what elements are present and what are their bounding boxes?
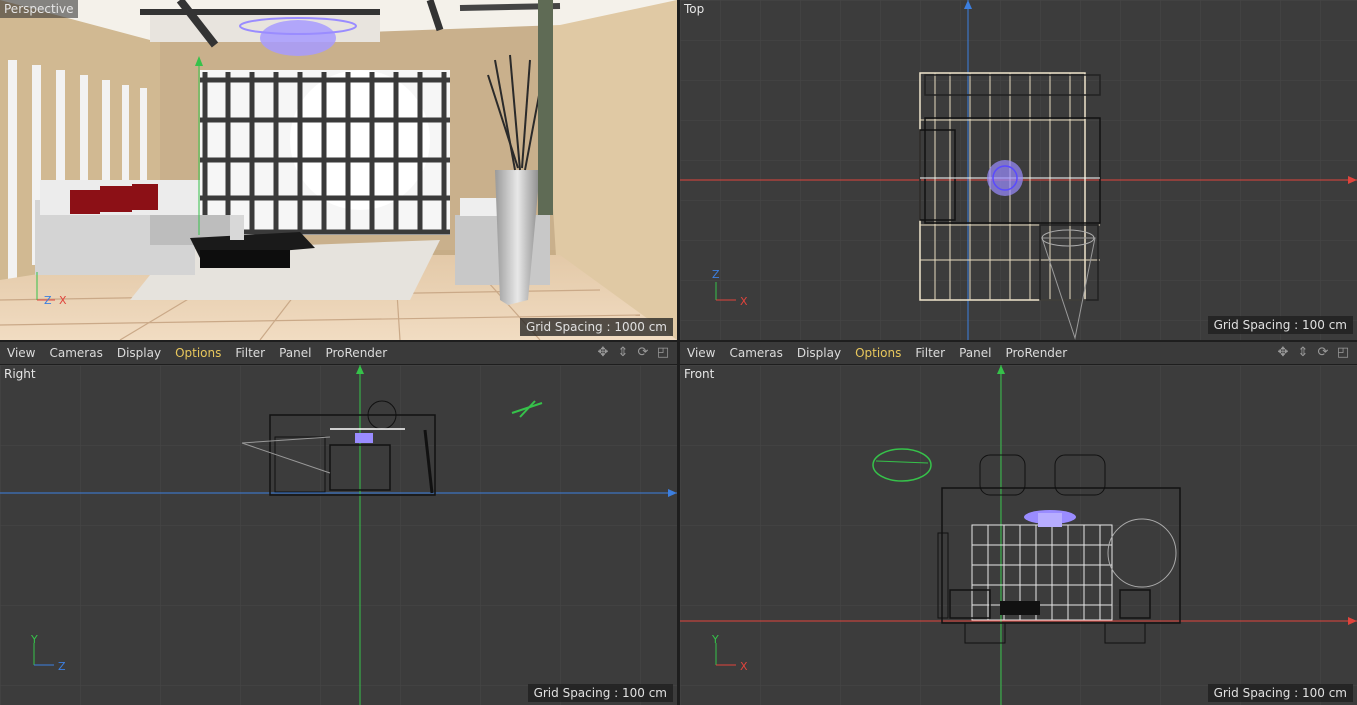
- front-viewport-menubar: View Cameras Display Options Filter Pane…: [680, 342, 1357, 364]
- toggle-layout-icon[interactable]: ◰: [1335, 345, 1351, 361]
- menu-view[interactable]: View: [680, 342, 722, 364]
- menu-view[interactable]: View: [0, 342, 42, 364]
- viewport-nav-icons: ✥ ⇕ ⟳ ◰: [1275, 345, 1351, 361]
- perspective-viewport[interactable]: Z X Perspective Grid Spacing : 1000 cm: [0, 0, 677, 340]
- menu-options[interactable]: Options: [168, 342, 228, 364]
- right-wireframe: [0, 365, 677, 705]
- menu-filter[interactable]: Filter: [908, 342, 952, 364]
- front-viewport[interactable]: Y X Front Grid Spacing : 100 cm: [680, 365, 1357, 705]
- menu-prorender[interactable]: ProRender: [318, 342, 394, 364]
- perspective-x-axis-label: X: [59, 294, 67, 307]
- grid-spacing-top: Grid Spacing : 100 cm: [1207, 316, 1353, 334]
- menu-filter[interactable]: Filter: [228, 342, 272, 364]
- grid-spacing-front: Grid Spacing : 100 cm: [1207, 684, 1353, 702]
- right-viewport-menubar: View Cameras Display Options Filter Pane…: [0, 342, 677, 364]
- viewport-title-top[interactable]: Top: [680, 0, 708, 18]
- right-y-axis-label: Y: [31, 633, 38, 646]
- vertical-splitter[interactable]: [677, 0, 680, 705]
- menu-panel[interactable]: Panel: [952, 342, 998, 364]
- menu-panel[interactable]: Panel: [272, 342, 318, 364]
- grid-spacing-right: Grid Spacing : 100 cm: [527, 684, 673, 702]
- top-x-axis-label: X: [740, 295, 748, 308]
- cinema4d-viewports: Z X Perspective Grid Spacing : 1000 cm Z…: [0, 0, 1357, 705]
- horizontal-splitter[interactable]: [0, 340, 1357, 342]
- rotate-view-icon[interactable]: ⟳: [635, 345, 651, 361]
- move-view-icon[interactable]: ✥: [1275, 345, 1291, 361]
- menu-cameras[interactable]: Cameras: [42, 342, 109, 364]
- menu-options[interactable]: Options: [848, 342, 908, 364]
- viewport-title-front[interactable]: Front: [680, 365, 718, 383]
- rotate-view-icon[interactable]: ⟳: [1315, 345, 1331, 361]
- top-viewport[interactable]: Z X Top Grid Spacing : 100 cm: [680, 0, 1357, 340]
- menu-display[interactable]: Display: [110, 342, 168, 364]
- move-view-icon[interactable]: ✥: [595, 345, 611, 361]
- perspective-z-axis-label: Z: [44, 294, 52, 307]
- top-wireframe: [680, 0, 1357, 340]
- front-y-axis-label: Y: [712, 633, 719, 646]
- toggle-layout-icon[interactable]: ◰: [655, 345, 671, 361]
- perspective-render: [0, 0, 677, 340]
- top-z-axis-label: Z: [712, 268, 720, 281]
- viewport-title-right[interactable]: Right: [0, 365, 40, 383]
- front-x-axis-label: X: [740, 660, 748, 673]
- menu-prorender[interactable]: ProRender: [998, 342, 1074, 364]
- right-z-axis-label: Z: [58, 660, 66, 673]
- viewport-nav-icons: ✥ ⇕ ⟳ ◰: [595, 345, 671, 361]
- menu-cameras[interactable]: Cameras: [722, 342, 789, 364]
- viewport-title-perspective[interactable]: Perspective: [0, 0, 78, 18]
- right-viewport[interactable]: Y Z Right Grid Spacing : 100 cm: [0, 365, 677, 705]
- menu-display[interactable]: Display: [790, 342, 848, 364]
- front-wireframe: [680, 365, 1357, 705]
- dolly-view-icon[interactable]: ⇕: [615, 345, 631, 361]
- dolly-view-icon[interactable]: ⇕: [1295, 345, 1311, 361]
- grid-spacing-perspective: Grid Spacing : 1000 cm: [519, 318, 673, 336]
